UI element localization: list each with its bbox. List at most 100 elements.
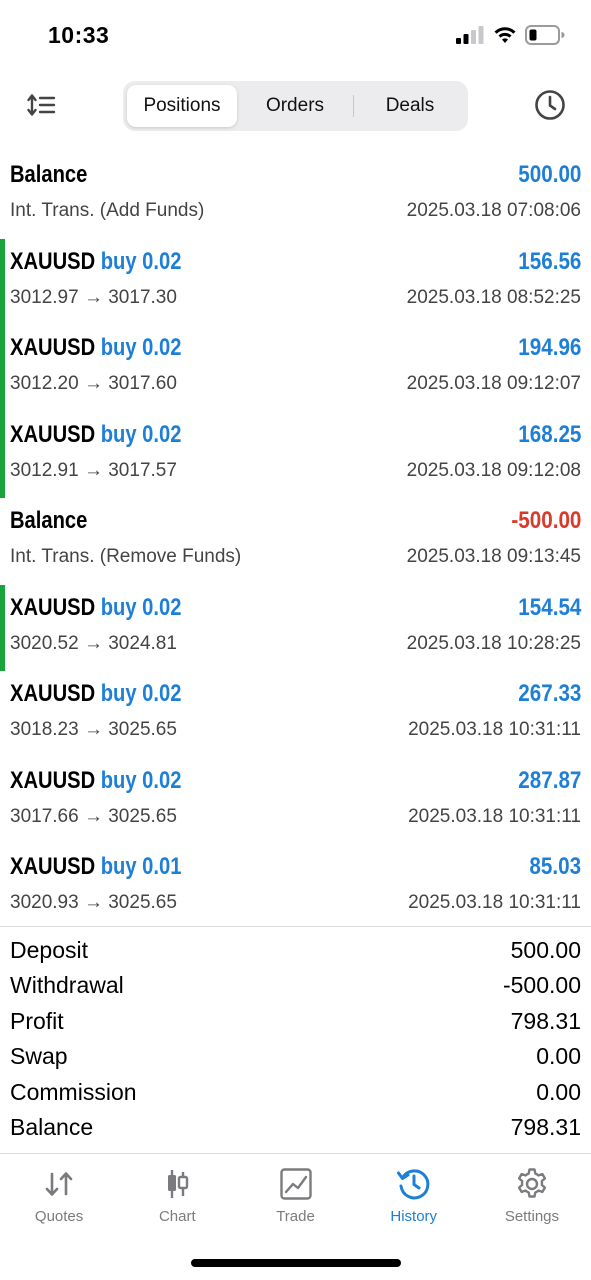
summary-row-profit: Profit 798.31: [0, 1005, 591, 1040]
summary-label: Commission: [10, 1078, 137, 1105]
segmented-control: Positions Orders Deals: [123, 81, 468, 131]
tab-settings[interactable]: Settings: [473, 1154, 591, 1244]
deal-date: 2025.03.18 10:31:11: [408, 805, 581, 827]
deal-date: 2025.03.18 09:12:08: [406, 459, 581, 481]
tab-label: Settings: [504, 1208, 560, 1225]
summary-row-withdrawal: Withdrawal -500.00: [0, 969, 591, 1004]
deal-amount: 287.87: [517, 766, 581, 794]
toolbar: Positions Orders Deals: [0, 76, 591, 134]
deal-symbol: XAUUSD: [10, 420, 96, 448]
deal-symbol: Balance: [10, 161, 88, 188]
summary-value: 500.00: [510, 937, 581, 963]
deal-amount: 500.00: [517, 161, 581, 188]
battery-icon: [525, 25, 565, 45]
deal-amount: 194.96: [517, 334, 581, 361]
deal-direction: buy 0.02: [100, 247, 182, 275]
sort-icon: [27, 94, 56, 116]
deal-row[interactable]: XAUUSD buy 0.02 168.25 3012.91 → 3017.57…: [0, 411, 591, 498]
deal-comment: Int. Trans. (Remove Funds): [10, 546, 242, 567]
deal-symbol: Balance: [10, 507, 88, 534]
deal-row[interactable]: XAUUSD buy 0.02 194.96 3012.20 → 3017.60…: [0, 325, 591, 412]
account-summary: Deposit 500.00 Withdrawal -500.00 Profit…: [0, 934, 591, 1146]
summary-row-commission: Commission 0.00: [0, 1076, 591, 1111]
deal-symbol: XAUUSD: [10, 680, 96, 707]
deal-row[interactable]: XAUUSD buy 0.02 156.56 3012.97 → 3017.30…: [0, 238, 591, 325]
deal-row[interactable]: XAUUSD buy 0.02 154.54 3020.52 → 3024.81…: [0, 584, 591, 671]
deal-prices: 3012.97 → 3017.30: [10, 286, 177, 308]
home-indicator: [191, 1259, 401, 1267]
summary-row-deposit: Deposit 500.00: [0, 934, 591, 969]
status-time: 10:33: [48, 22, 110, 48]
buy-indicator-bar: [0, 238, 5, 325]
tab-label: Quotes: [34, 1208, 84, 1225]
deal-symbol: XAUUSD: [10, 593, 96, 621]
deal-prices: 3018.23 → 3025.65: [10, 719, 177, 740]
summary-value: 0.00: [536, 1078, 581, 1105]
buy-indicator-bar: [0, 584, 5, 671]
summary-value: 798.31: [510, 1007, 581, 1034]
wifi-icon: [494, 27, 516, 43]
summary-label: Deposit: [10, 937, 88, 963]
chart-icon: [168, 1170, 189, 1198]
tab-deals[interactable]: Deals: [355, 85, 465, 127]
tab-positions[interactable]: Positions: [127, 85, 237, 127]
history-icon: [396, 1169, 430, 1200]
tab-orders[interactable]: Orders: [240, 85, 350, 127]
summary-value: 798.31: [510, 1113, 581, 1140]
gear-icon: [517, 1168, 547, 1198]
deal-symbol: XAUUSD: [10, 334, 96, 361]
deal-date: 2025.03.18 08:52:25: [406, 286, 581, 308]
tab-history[interactable]: History: [355, 1154, 473, 1244]
clock-icon: [535, 90, 565, 120]
summary-value: -500.00: [502, 972, 581, 999]
deal-amount: 168.25: [517, 420, 581, 448]
deal-prices: 3020.93 → 3025.65: [10, 892, 177, 913]
status-bar: 10:33: [0, 0, 591, 70]
deal-prices: 3020.52 → 3024.81: [10, 632, 177, 654]
deal-row[interactable]: XAUUSD buy 0.02 287.87 3017.66 → 3025.65…: [0, 758, 591, 845]
summary-value: 0.00: [536, 1043, 581, 1070]
summary-label: Withdrawal: [10, 972, 124, 999]
deal-amount: 85.03: [529, 853, 581, 880]
deals-list: Balance 500.00 Int. Trans. (Add Funds) 2…: [0, 152, 591, 931]
tab-label: Chart: [158, 1208, 196, 1225]
summary-row-swap: Swap 0.00: [0, 1040, 591, 1075]
sort-button[interactable]: [24, 88, 58, 122]
tab-quotes[interactable]: Quotes: [0, 1154, 118, 1244]
summary-label: Balance: [10, 1113, 94, 1140]
tab-chart[interactable]: Chart: [118, 1154, 236, 1244]
deal-direction: buy 0.02: [100, 766, 182, 794]
deal-date: 2025.03.18 10:31:11: [408, 719, 581, 740]
buy-indicator-bar: [0, 325, 5, 412]
deal-symbol: XAUUSD: [10, 853, 96, 880]
tab-label: Trade: [276, 1208, 315, 1225]
deal-date: 2025.03.18 09:13:45: [406, 546, 581, 567]
deal-direction: buy 0.02: [100, 420, 182, 448]
deal-date: 2025.03.18 10:31:11: [408, 892, 581, 913]
deal-direction: buy 0.02: [100, 593, 182, 621]
deal-prices: 3017.66 → 3025.65: [10, 805, 177, 827]
buy-indicator-bar: [0, 411, 5, 498]
tab-trade[interactable]: Trade: [236, 1154, 354, 1244]
summary-label: Profit: [10, 1007, 64, 1034]
summary-label: Swap: [10, 1043, 68, 1070]
deal-direction: buy 0.02: [100, 680, 182, 707]
deal-amount: 154.54: [517, 593, 581, 621]
trade-icon: [279, 1168, 312, 1200]
tab-label: History: [390, 1208, 438, 1225]
segment-divider: [353, 95, 354, 117]
deal-prices: 3012.91 → 3017.57: [10, 459, 177, 481]
deal-row[interactable]: Balance -500.00 Int. Trans. (Remove Fund…: [0, 498, 591, 585]
summary-row-balance: Balance 798.31: [0, 1111, 591, 1146]
deal-row[interactable]: Balance 500.00 Int. Trans. (Add Funds) 2…: [0, 152, 591, 239]
deal-row[interactable]: XAUUSD buy 0.01 85.03 3020.93 → 3025.65 …: [0, 844, 591, 931]
deal-symbol: XAUUSD: [10, 766, 96, 794]
deal-row[interactable]: XAUUSD buy 0.02 267.33 3018.23 → 3025.65…: [0, 671, 591, 758]
deal-amount: -500.00: [510, 507, 581, 534]
deal-symbol: XAUUSD: [10, 247, 96, 275]
deal-direction: buy 0.02: [100, 334, 182, 361]
history-period-button[interactable]: [533, 88, 567, 122]
deal-date: 2025.03.18 10:28:25: [406, 632, 581, 654]
signal-icon: [456, 26, 484, 44]
deal-comment: Int. Trans. (Add Funds): [10, 200, 205, 221]
